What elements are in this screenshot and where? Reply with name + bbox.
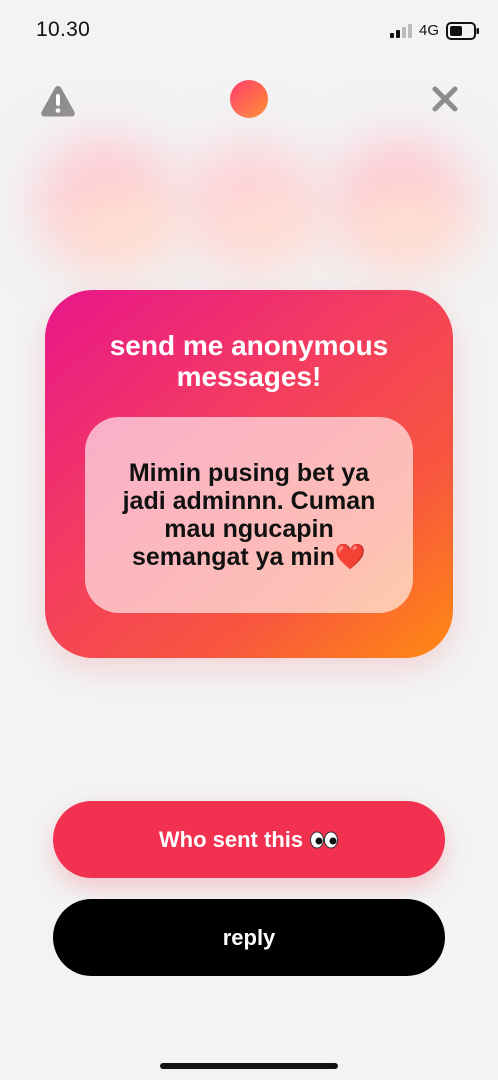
- avatar: [230, 80, 268, 118]
- message-box: Mimin pusing bet ya jadi adminnn. Cuman …: [85, 417, 413, 613]
- close-icon[interactable]: [430, 84, 460, 114]
- status-time: 10.30: [36, 18, 91, 41]
- reply-button[interactable]: reply: [53, 899, 445, 976]
- network-label: 4G: [419, 22, 440, 39]
- status-bar: 10.30 4G: [0, 0, 498, 60]
- screen: 10.30 4G send me anonymous messages! Mim…: [0, 0, 498, 1080]
- blurred-background: [0, 130, 498, 280]
- message-text: Mimin pusing bet ya jadi adminnn. Cuman …: [122, 459, 376, 571]
- card-title: send me anonymous messages!: [109, 330, 389, 392]
- who-sent-label: Who sent this: [158, 826, 304, 852]
- warning-icon[interactable]: [40, 84, 76, 118]
- signal-icon: [390, 24, 412, 38]
- message-card: send me anonymous messages! Mimin pusing…: [45, 290, 453, 658]
- battery-icon: [446, 22, 479, 40]
- eyes-icon: [310, 831, 339, 848]
- reply-label: reply: [222, 924, 276, 950]
- who-sent-button[interactable]: Who sent this: [53, 801, 445, 878]
- home-indicator: [160, 1063, 338, 1069]
